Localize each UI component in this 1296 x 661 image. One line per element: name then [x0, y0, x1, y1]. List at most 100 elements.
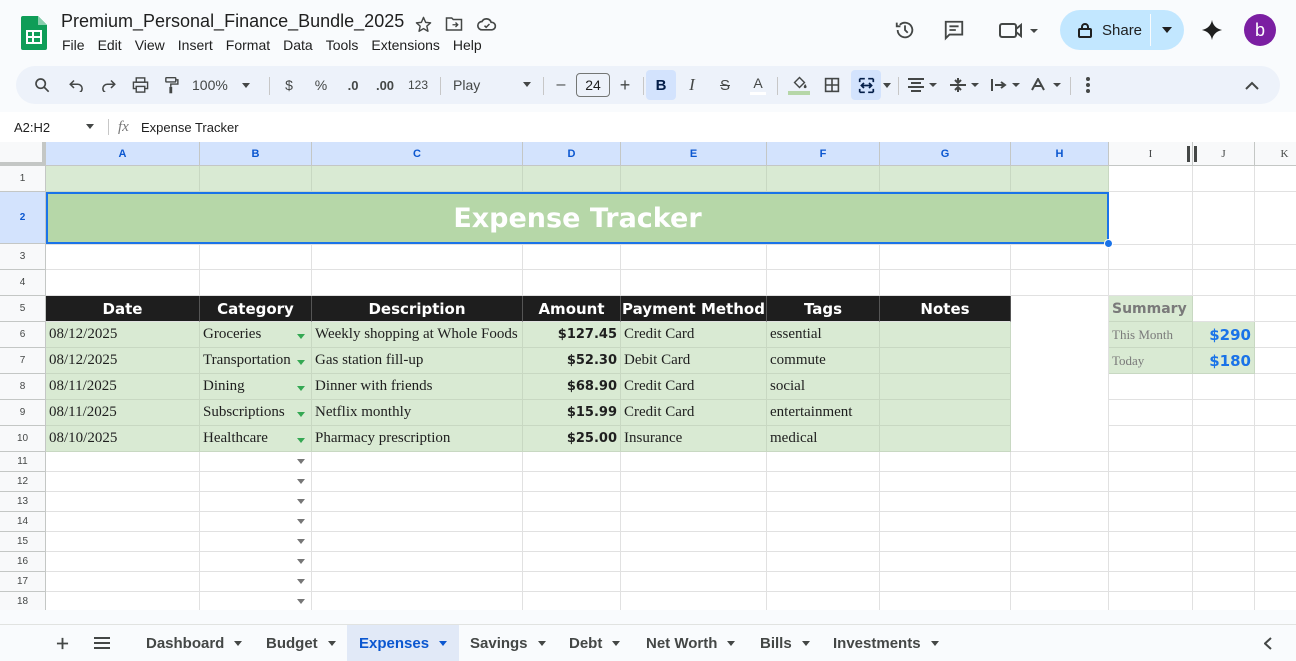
tab-dashboard[interactable]: Dashboard: [134, 625, 254, 661]
column-header-k[interactable]: K: [1255, 142, 1296, 166]
star-icon[interactable]: [413, 14, 433, 34]
header-tags[interactable]: Tags: [767, 296, 880, 322]
menu-tools[interactable]: Tools: [326, 37, 359, 53]
column-header-b[interactable]: B: [200, 142, 312, 166]
menu-data[interactable]: Data: [283, 37, 313, 53]
cell-g1[interactable]: [880, 166, 1011, 192]
tab-menu-icon[interactable]: [801, 640, 810, 646]
tab-menu-icon[interactable]: [234, 640, 243, 646]
category-dropdown-icon[interactable]: [297, 479, 305, 484]
row-header-7[interactable]: 7: [0, 348, 46, 374]
tab-net-worth[interactable]: Net Worth: [634, 625, 747, 661]
cell-notes[interactable]: [880, 348, 1011, 374]
summary-this-month-value[interactable]: $290: [1193, 322, 1255, 348]
more-formats-button[interactable]: 123: [405, 66, 431, 104]
print-icon[interactable]: [127, 66, 153, 104]
cell-tags[interactable]: commute: [767, 348, 880, 374]
collapse-toolbar-icon[interactable]: [1240, 66, 1264, 104]
row-header-12[interactable]: 12: [0, 472, 46, 492]
tab-menu-icon[interactable]: [612, 640, 621, 646]
cell-amount[interactable]: $127.45: [523, 322, 621, 348]
search-menus-icon[interactable]: [28, 66, 56, 104]
menu-help[interactable]: Help: [453, 37, 482, 53]
merge-cells-button[interactable]: [851, 70, 881, 100]
cell-e1[interactable]: [621, 166, 767, 192]
cell-category[interactable]: Dining: [200, 374, 312, 400]
cell-tags[interactable]: essential: [767, 322, 880, 348]
summary-today-value[interactable]: $180: [1193, 348, 1255, 374]
cloud-status-icon[interactable]: [476, 14, 498, 34]
summary-today-label[interactable]: Today: [1109, 348, 1193, 374]
cell-notes[interactable]: [880, 426, 1011, 452]
menu-format[interactable]: Format: [226, 37, 270, 53]
move-folder-icon[interactable]: [444, 14, 464, 34]
column-header-g[interactable]: G: [880, 142, 1011, 166]
cell-description[interactable]: Dinner with friends: [312, 374, 523, 400]
row-header-9[interactable]: 9: [0, 400, 46, 426]
cell-amount[interactable]: $25.00: [523, 426, 621, 452]
column-header-a[interactable]: A: [46, 142, 200, 166]
menu-extensions[interactable]: Extensions: [371, 37, 439, 53]
cell-date[interactable]: 08/12/2025: [46, 322, 200, 348]
text-color-button[interactable]: A: [745, 66, 771, 104]
header-description[interactable]: Description: [312, 296, 523, 322]
column-header-h[interactable]: H: [1011, 142, 1109, 166]
cell-f1[interactable]: [767, 166, 880, 192]
cell-category[interactable]: Groceries: [200, 322, 312, 348]
cell-tags[interactable]: medical: [767, 426, 880, 452]
percent-format-button[interactable]: %: [310, 66, 332, 104]
expense-tracker-title[interactable]: Expense Tracker: [46, 192, 1109, 244]
column-header-c[interactable]: C: [312, 142, 523, 166]
category-dropdown-icon[interactable]: [297, 559, 305, 564]
cell-payment-method[interactable]: Credit Card: [621, 400, 767, 426]
font-select[interactable]: Play: [453, 66, 531, 104]
category-dropdown-icon[interactable]: [297, 438, 305, 443]
increase-decimal-button[interactable]: .00: [372, 66, 398, 104]
cell-tags[interactable]: entertainment: [767, 400, 880, 426]
merge-dropdown-icon[interactable]: [881, 66, 893, 104]
row-header-5[interactable]: 5: [0, 296, 46, 322]
tab-savings[interactable]: Savings: [458, 625, 558, 661]
header-payment-method[interactable]: Payment Method: [621, 296, 767, 322]
avatar[interactable]: b: [1244, 14, 1276, 46]
category-dropdown-icon[interactable]: [297, 386, 305, 391]
decrease-decimal-button[interactable]: .0: [340, 66, 366, 104]
category-dropdown-icon[interactable]: [297, 459, 305, 464]
tab-menu-icon[interactable]: [727, 640, 736, 646]
category-dropdown-icon[interactable]: [297, 519, 305, 524]
currency-format-button[interactable]: $: [278, 66, 300, 104]
version-history-icon[interactable]: [892, 17, 918, 43]
tab-bills[interactable]: Bills: [748, 625, 822, 661]
column-header-f[interactable]: F: [767, 142, 880, 166]
strikethrough-button[interactable]: S: [712, 66, 738, 104]
header-amount[interactable]: Amount: [523, 296, 621, 322]
category-dropdown-icon[interactable]: [297, 579, 305, 584]
row-header-2[interactable]: 2: [0, 192, 46, 244]
undo-icon[interactable]: [63, 66, 89, 104]
more-options-icon[interactable]: [1078, 66, 1098, 104]
cell-category[interactable]: Transportation: [200, 348, 312, 374]
gemini-sparkle-icon[interactable]: [1199, 17, 1225, 43]
cell-notes[interactable]: [880, 400, 1011, 426]
cell-notes[interactable]: [880, 374, 1011, 400]
category-dropdown-icon[interactable]: [297, 334, 305, 339]
borders-icon[interactable]: [819, 66, 845, 104]
category-dropdown-icon[interactable]: [297, 539, 305, 544]
cell-amount[interactable]: $68.90: [523, 374, 621, 400]
cell-description[interactable]: Netflix monthly: [312, 400, 523, 426]
row-header-11[interactable]: 11: [0, 452, 46, 472]
tab-menu-icon[interactable]: [930, 640, 939, 646]
column-header-d[interactable]: D: [523, 142, 621, 166]
row-header-13[interactable]: 13: [0, 492, 46, 512]
cell-tags[interactable]: social: [767, 374, 880, 400]
category-dropdown-icon[interactable]: [297, 499, 305, 504]
meet-video-icon[interactable]: [996, 17, 1040, 43]
redo-icon[interactable]: [95, 66, 121, 104]
cell-payment-method[interactable]: Insurance: [621, 426, 767, 452]
tab-investments[interactable]: Investments: [821, 625, 951, 661]
row-header-6[interactable]: 6: [0, 322, 46, 348]
font-size-input[interactable]: 24: [576, 66, 610, 104]
column-header-e[interactable]: E: [621, 142, 767, 166]
cell-c1[interactable]: [312, 166, 523, 192]
summary-title[interactable]: Summary: [1109, 296, 1193, 322]
